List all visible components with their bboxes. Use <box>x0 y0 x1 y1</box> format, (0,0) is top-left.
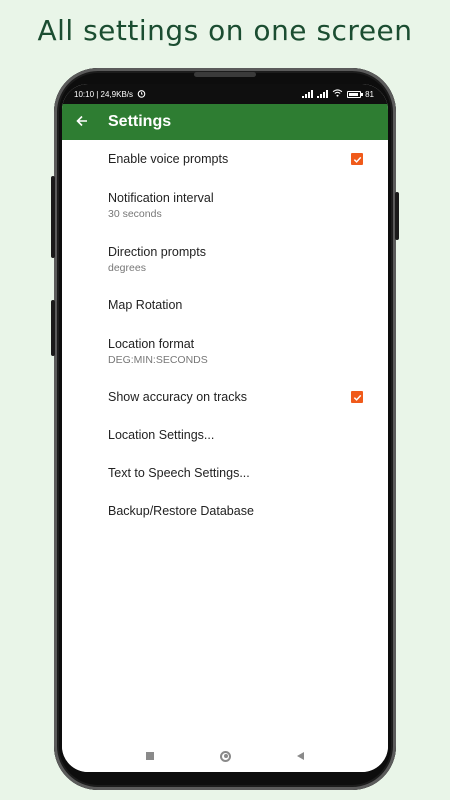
power-button <box>51 300 55 356</box>
side-key <box>395 192 399 240</box>
setting-notification-interval[interactable]: Notification interval 30 seconds <box>62 178 388 232</box>
setting-map-rotation[interactable]: Map Rotation <box>62 286 388 324</box>
setting-title: Location format <box>108 336 195 351</box>
setting-direction-prompts[interactable]: Direction prompts degrees <box>62 232 388 286</box>
cell-signal-icon <box>317 90 329 98</box>
setting-title: Enable voice prompts <box>108 152 229 166</box>
alarm-clock-icon <box>137 89 146 100</box>
earpiece-speaker <box>194 72 256 77</box>
status-time: 10:10 | 24,9KB/s <box>74 89 134 99</box>
setting-title: Show accuracy on tracks <box>108 390 247 404</box>
setting-enable-voice-prompts[interactable]: Enable voice prompts <box>62 140 388 178</box>
system-nav-bar <box>62 740 388 772</box>
setting-title: Direction prompts <box>108 244 206 259</box>
setting-title: Location Settings... <box>108 428 215 442</box>
wifi-icon <box>332 89 343 99</box>
setting-summary: 30 seconds <box>108 207 162 220</box>
setting-backup-restore-database[interactable]: Backup/Restore Database <box>62 492 388 530</box>
circle-icon[interactable] <box>220 750 231 762</box>
phone-screen: 10:10 | 24,9KB/s 81 Settings Enable voic… <box>62 84 388 772</box>
setting-location-settings[interactable]: Location Settings... <box>62 416 388 454</box>
status-bar: 10:10 | 24,9KB/s 81 <box>62 84 388 104</box>
setting-text-to-speech-settings[interactable]: Text to Speech Settings... <box>62 454 388 492</box>
square-icon[interactable] <box>146 752 154 760</box>
checkbox-checked-icon[interactable] <box>351 153 363 165</box>
setting-summary: degrees <box>108 261 146 274</box>
setting-show-accuracy-on-tracks[interactable]: Show accuracy on tracks <box>62 378 388 416</box>
settings-list: Enable voice prompts Notification interv… <box>62 140 388 530</box>
setting-title: Map Rotation <box>108 298 183 312</box>
battery-icon <box>347 90 364 98</box>
promo-title: All settings on one screen <box>37 14 413 47</box>
checkbox-checked-icon[interactable] <box>351 391 363 403</box>
battery-level: 81 <box>365 89 374 99</box>
app-bar: Settings <box>62 104 388 140</box>
back-button[interactable] <box>62 104 102 140</box>
triangle-back-icon[interactable] <box>297 752 304 760</box>
setting-location-format[interactable]: Location format DEG:MIN:SECONDS <box>62 324 388 378</box>
cell-signal-icon <box>302 90 314 98</box>
setting-title: Text to Speech Settings... <box>108 466 250 480</box>
setting-title: Backup/Restore Database <box>108 504 254 518</box>
page-title: Settings <box>108 113 172 130</box>
arrow-left-icon <box>76 114 88 131</box>
setting-title: Notification interval <box>108 190 214 205</box>
volume-button <box>51 176 55 258</box>
phone-frame: 10:10 | 24,9KB/s 81 Settings Enable voic… <box>51 68 399 790</box>
setting-summary: DEG:MIN:SECONDS <box>108 353 208 366</box>
